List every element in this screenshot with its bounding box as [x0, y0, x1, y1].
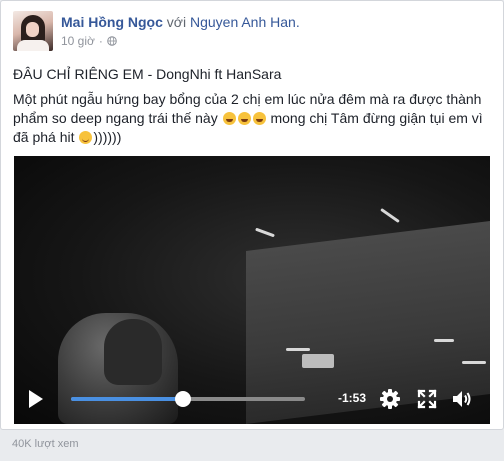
- post-header: Mai Hồng Ngọc với Nguyen Anh Han. 10 giờ…: [13, 11, 300, 51]
- separator-dot: ·: [98, 34, 103, 48]
- globe-icon[interactable]: [107, 36, 117, 46]
- smile-emoji-icon: [79, 131, 93, 144]
- video-frame-projector: [302, 354, 334, 368]
- view-count[interactable]: 40K lượt xem: [12, 438, 79, 450]
- laughing-emoji-icon: [252, 112, 266, 125]
- video-frame-light: [286, 348, 310, 351]
- post-subline: 10 giờ ·: [61, 34, 300, 48]
- post-card: Mai Hồng Ngọc với Nguyen Anh Han. 10 giờ…: [0, 0, 504, 430]
- video-controls: -1:53: [14, 378, 490, 424]
- video-frame-light: [462, 361, 486, 364]
- time-remaining: -1:53: [338, 391, 367, 405]
- post-body-text-3: )))))): [93, 129, 122, 145]
- video-progress-fill: [71, 397, 184, 401]
- fullscreen-icon[interactable]: [416, 388, 438, 410]
- post-body: Một phút ngẫu hứng bay bổng của 2 chị em…: [13, 90, 491, 147]
- video-frame-figure: [104, 319, 162, 385]
- with-text: với: [162, 14, 190, 30]
- post-title: ĐÂU CHỈ RIÊNG EM - DongNhi ft HanSara: [13, 66, 282, 82]
- video-scrubber-handle[interactable]: [175, 391, 192, 407]
- post-names: Mai Hồng Ngọc với Nguyen Anh Han.: [61, 13, 300, 31]
- author-name-link[interactable]: Mai Hồng Ngọc: [61, 14, 163, 30]
- post-timestamp[interactable]: 10 giờ: [61, 34, 95, 48]
- settings-icon[interactable]: [379, 388, 401, 410]
- play-icon[interactable]: [29, 390, 43, 408]
- laughing-emoji-icon: [237, 112, 251, 125]
- video-frame-light: [434, 339, 454, 342]
- video-player[interactable]: -1:53: [14, 156, 490, 424]
- laughing-emoji-icon: [222, 112, 236, 125]
- video-progress-bar[interactable]: [71, 391, 305, 407]
- tagged-friend-link[interactable]: Nguyen Anh Han.: [190, 14, 300, 30]
- post-meta: Mai Hồng Ngọc với Nguyen Anh Han. 10 giờ…: [61, 11, 300, 51]
- avatar[interactable]: [13, 11, 53, 51]
- volume-icon[interactable]: [451, 388, 473, 410]
